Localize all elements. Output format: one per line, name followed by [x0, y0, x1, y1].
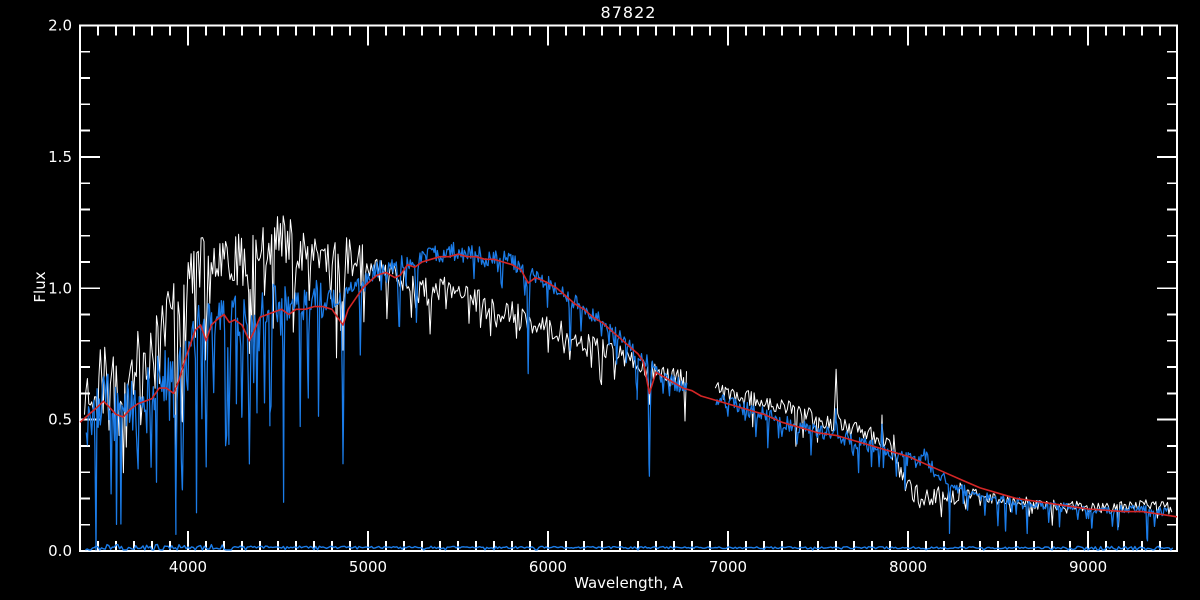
- x-tick-label: 9000: [1069, 558, 1107, 576]
- plot-area: 4000 5000 6000 7000 8000 9000 0.0 0.5 1.0 1.5 2.0: [48, 17, 1178, 576]
- y-tick-label: 0.0: [48, 542, 72, 560]
- x-tick-label: 5000: [349, 558, 387, 576]
- x-tick-label: 7000: [709, 558, 747, 576]
- y-tick-label: 1.0: [48, 279, 72, 297]
- x-tick-label: 6000: [529, 558, 567, 576]
- y-tick-label: 2.0: [48, 17, 72, 35]
- axes-frame: [79, 24, 1178, 552]
- spectrum-chart: 87822 Flux Wavelength, A 4000 5000 6000 700…: [0, 0, 1200, 600]
- x-tick-label: 4000: [169, 558, 207, 576]
- y-tick-label: 1.5: [48, 148, 72, 166]
- error-spectrum-curve: [85, 543, 1174, 551]
- y-tick-label: 0.5: [48, 411, 72, 429]
- model-fit-red-curve: [79, 253, 1178, 518]
- x-tick-label: 8000: [889, 558, 927, 576]
